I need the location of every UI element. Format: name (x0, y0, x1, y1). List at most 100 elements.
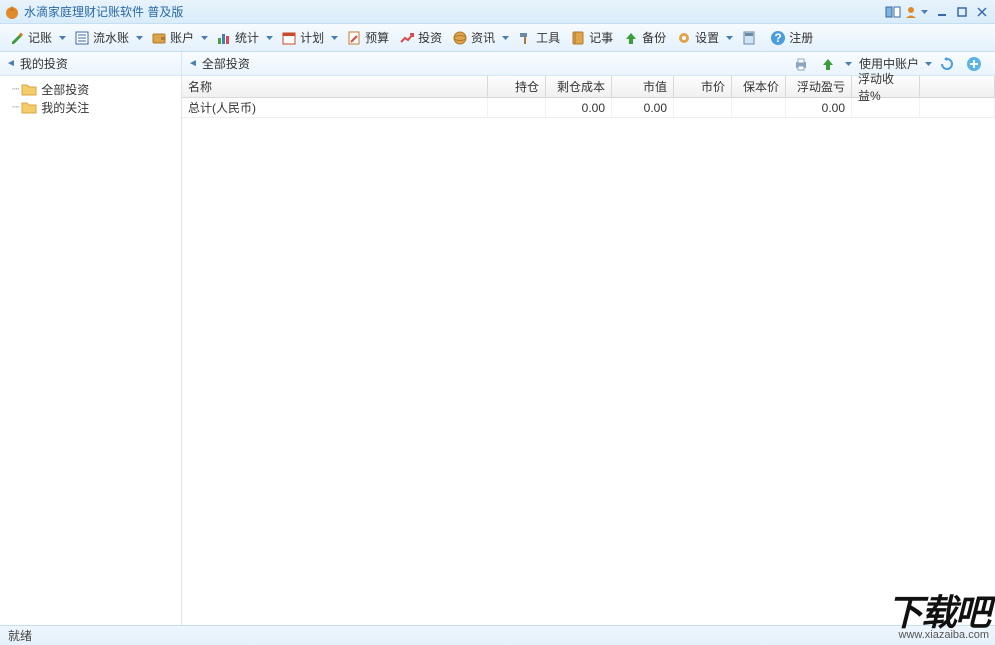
tree-connector: ┈ (12, 82, 19, 96)
chevron-down-icon[interactable] (200, 36, 209, 40)
tb-flow[interactable]: 流水账 (69, 26, 134, 50)
td-plr (852, 98, 920, 117)
switch-mode-icon[interactable] (885, 4, 901, 20)
td-hold (488, 98, 546, 117)
tb-label: 账户 (170, 29, 194, 46)
calendar-icon (281, 30, 297, 46)
tb-stats[interactable]: 统计 (211, 26, 264, 50)
content-title: 全部投资 (202, 55, 250, 72)
app-icon (4, 4, 20, 20)
tb-label: 流水账 (93, 29, 129, 46)
tb-label: 设置 (695, 29, 719, 46)
chevron-down-icon[interactable] (330, 36, 339, 40)
tb-label: 预算 (365, 29, 389, 46)
td-base (732, 98, 786, 117)
tb-label: 资讯 (471, 29, 495, 46)
chevron-down-icon[interactable] (135, 36, 144, 40)
tb-label: 投资 (418, 29, 442, 46)
refresh-icon (939, 56, 955, 72)
chevron-down-icon[interactable] (265, 36, 274, 40)
td-cost: 0.00 (546, 98, 612, 117)
sidebar-title: 我的投资 (20, 55, 68, 72)
tb-invest[interactable]: 投资 (394, 26, 447, 50)
user-dropdown-icon[interactable] (920, 10, 929, 14)
td-name: 总计(人民币) (182, 98, 488, 117)
tree-item-all[interactable]: ┈ 全部投资 (4, 80, 177, 98)
chevron-down-icon[interactable] (725, 36, 734, 40)
export-button[interactable] (816, 54, 843, 74)
tb-label: 计划 (300, 29, 324, 46)
tb-label: 注册 (789, 29, 813, 46)
tb-record[interactable]: 记账 (4, 26, 57, 50)
td-mval: 0.00 (612, 98, 674, 117)
th-base[interactable]: 保本价 (732, 76, 786, 97)
status-text: 就绪 (8, 627, 32, 644)
user-icon[interactable] (903, 4, 919, 20)
titlebar: 水滴家庭理财记账软件 普及版 (0, 0, 995, 24)
collapse-icon[interactable]: ◄ (188, 58, 198, 69)
refresh-button[interactable] (935, 54, 962, 74)
chevron-down-icon[interactable] (58, 36, 67, 40)
sidebar: ◄ 我的投资 ┈ 全部投资 ┈ 我的关注 (0, 52, 182, 625)
minimize-button[interactable] (933, 4, 951, 20)
folder-icon (21, 100, 37, 114)
td-pl: 0.00 (786, 98, 852, 117)
table-row[interactable]: 总计(人民币) 0.00 0.00 0.00 (182, 98, 995, 118)
hammer-icon (517, 30, 533, 46)
tb-register[interactable]: ? 注册 (765, 26, 818, 50)
tb-label: 备份 (642, 29, 666, 46)
arrow-up-icon (623, 30, 639, 46)
tb-label: 工具 (536, 29, 560, 46)
tb-backup[interactable]: 备份 (618, 26, 671, 50)
collapse-icon[interactable]: ◄ (6, 58, 16, 69)
print-button[interactable] (789, 54, 816, 74)
tb-account[interactable]: 账户 (146, 26, 199, 50)
pencil-icon (9, 30, 25, 46)
window-title: 水滴家庭理财记账软件 普及版 (24, 3, 183, 20)
gear-icon (676, 30, 692, 46)
tree-label: 全部投资 (41, 81, 89, 98)
maximize-button[interactable] (953, 4, 971, 20)
tb-diary[interactable]: 记事 (565, 26, 618, 50)
th-price[interactable]: 市价 (674, 76, 732, 97)
content: ◄ 全部投资 使用中账户 名称 持仓 剩仓成本 市值 市价 保本价 浮动盈亏 浮… (182, 52, 995, 625)
th-pad (920, 76, 995, 97)
tb-news[interactable]: 资讯 (447, 26, 500, 50)
tree-item-watch[interactable]: ┈ 我的关注 (4, 98, 177, 116)
th-cost[interactable]: 剩仓成本 (546, 76, 612, 97)
tb-label: 记事 (589, 29, 613, 46)
note-icon (346, 30, 362, 46)
help-icon: ? (770, 30, 786, 46)
chevron-down-icon[interactable] (924, 62, 933, 66)
th-pl[interactable]: 浮动盈亏 (786, 76, 852, 97)
th-hold[interactable]: 持仓 (488, 76, 546, 97)
chevron-down-icon[interactable] (501, 36, 510, 40)
chevron-down-icon[interactable] (844, 62, 853, 66)
table-header: 名称 持仓 剩仓成本 市值 市价 保本价 浮动盈亏 浮动收益% (182, 76, 995, 98)
th-plr[interactable]: 浮动收益% (852, 76, 920, 97)
add-button[interactable] (962, 54, 989, 74)
td-pad (920, 98, 995, 117)
tb-budget[interactable]: 预算 (341, 26, 394, 50)
th-mval[interactable]: 市值 (612, 76, 674, 97)
tb-settings[interactable]: 设置 (671, 26, 724, 50)
td-price (674, 98, 732, 117)
tb-plan[interactable]: 计划 (276, 26, 329, 50)
tb-calc[interactable] (736, 26, 765, 50)
th-name[interactable]: 名称 (182, 76, 488, 97)
main: ◄ 我的投资 ┈ 全部投资 ┈ 我的关注 ◄ 全部投资 使用中账户 (0, 52, 995, 625)
tree: ┈ 全部投资 ┈ 我的关注 (0, 76, 181, 120)
tb-label: 统计 (235, 29, 259, 46)
toolbar: 记账 流水账 账户 统计 计划 预算 投资 资讯 工具 记事 备份 设置 ? 注册 (0, 24, 995, 52)
trend-icon (399, 30, 415, 46)
plus-icon (966, 56, 982, 72)
printer-icon (793, 56, 809, 72)
svg-text:?: ? (775, 31, 782, 45)
tree-label: 我的关注 (41, 99, 89, 116)
tb-label: 记账 (28, 29, 52, 46)
sidebar-header: ◄ 我的投资 (0, 52, 181, 76)
tb-tools[interactable]: 工具 (512, 26, 565, 50)
export-icon (820, 56, 836, 72)
globe-icon (452, 30, 468, 46)
close-button[interactable] (973, 4, 991, 20)
